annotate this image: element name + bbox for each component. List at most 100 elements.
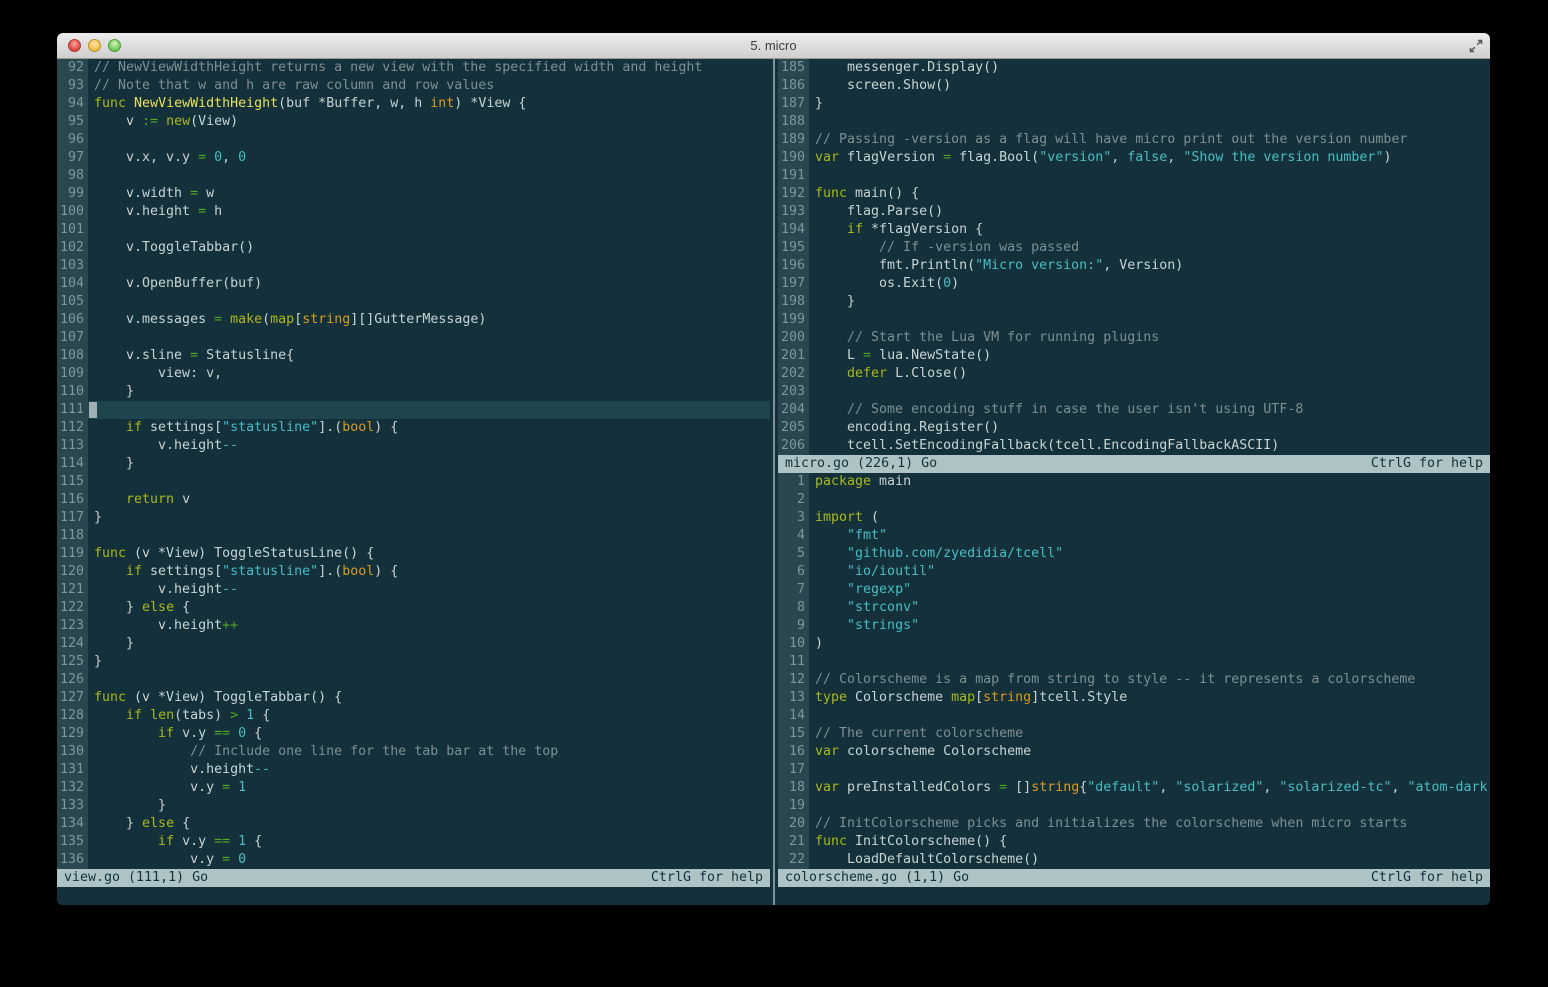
code-line[interactable]: 118 — [57, 527, 770, 545]
code-text[interactable]: // Passing -version as a flag will have … — [809, 131, 1490, 149]
code-line[interactable]: 192func main() { — [778, 185, 1490, 203]
code-line[interactable]: 124 } — [57, 635, 770, 653]
code-text[interactable]: "github.com/zyedidia/tcell" — [809, 545, 1490, 563]
code-line[interactable]: 100 v.height = h — [57, 203, 770, 221]
code-line[interactable]: 22 LoadDefaultColorscheme() — [778, 851, 1490, 869]
code-text[interactable]: } — [88, 455, 770, 473]
code-text[interactable]: // If -version was passed — [809, 239, 1490, 257]
code-text[interactable]: if settings["statusline"].(bool) { — [88, 563, 770, 581]
code-text[interactable] — [809, 653, 1490, 671]
code-text[interactable]: } — [88, 797, 770, 815]
code-line[interactable]: 12// Colorscheme is a map from string to… — [778, 671, 1490, 689]
code-text[interactable]: // Include one line for the tab bar at t… — [88, 743, 770, 761]
code-text[interactable]: var preInstalledColors = []string{"defau… — [809, 779, 1490, 797]
code-text[interactable] — [809, 707, 1490, 725]
code-text[interactable]: } else { — [88, 599, 770, 617]
code-text[interactable]: package main — [809, 473, 1490, 491]
code-text[interactable]: } — [88, 383, 770, 401]
code-text[interactable]: "io/ioutil" — [809, 563, 1490, 581]
code-line[interactable]: 92// NewViewWidthHeight returns a new vi… — [57, 59, 770, 77]
code-text[interactable] — [809, 113, 1490, 131]
code-text[interactable] — [88, 221, 770, 239]
code-line[interactable]: 203 — [778, 383, 1490, 401]
code-text[interactable]: if len(tabs) > 1 { — [88, 707, 770, 725]
code-text[interactable]: // Start the Lua VM for running plugins — [809, 329, 1490, 347]
code-text[interactable]: func InitColorscheme() { — [809, 833, 1490, 851]
code-text[interactable]: // Colorscheme is a map from string to s… — [809, 671, 1490, 689]
code-line[interactable]: 95 v := new(View) — [57, 113, 770, 131]
code-text[interactable]: } — [88, 653, 770, 671]
pane-micro-go[interactable]: 185 messenger.Display()186 screen.Show()… — [778, 59, 1490, 473]
code-text[interactable]: func (v *View) ToggleStatusLine() { — [88, 545, 770, 563]
code-line[interactable]: 201 L = lua.NewState() — [778, 347, 1490, 365]
code-line[interactable]: 190var flagVersion = flag.Bool("version"… — [778, 149, 1490, 167]
code-line[interactable]: 206 tcell.SetEncodingFallback(tcell.Enco… — [778, 437, 1490, 455]
code-text[interactable]: os.Exit(0) — [809, 275, 1490, 293]
code-line[interactable]: 11 — [778, 653, 1490, 671]
code-line[interactable]: 136 v.y = 0 — [57, 851, 770, 869]
code-line[interactable]: 133 } — [57, 797, 770, 815]
code-area-view-go[interactable]: 92// NewViewWidthHeight returns a new vi… — [57, 59, 770, 869]
code-text[interactable]: if v.y == 1 { — [88, 833, 770, 851]
code-line[interactable]: 199 — [778, 311, 1490, 329]
pane-colorscheme-go[interactable]: 1package main23import (4 "fmt"5 "github.… — [778, 473, 1490, 887]
code-text[interactable]: func main() { — [809, 185, 1490, 203]
code-line[interactable]: 187} — [778, 95, 1490, 113]
code-line[interactable]: 202 defer L.Close() — [778, 365, 1490, 383]
code-line[interactable]: 195 // If -version was passed — [778, 239, 1490, 257]
code-text[interactable]: L = lua.NewState() — [809, 347, 1490, 365]
code-line[interactable]: 20// InitColorscheme picks and initializ… — [778, 815, 1490, 833]
code-line[interactable]: 14 — [778, 707, 1490, 725]
code-text[interactable]: v.width = w — [88, 185, 770, 203]
code-text[interactable]: v := new(View) — [88, 113, 770, 131]
code-text[interactable]: func (v *View) ToggleTabbar() { — [88, 689, 770, 707]
code-line[interactable]: 5 "github.com/zyedidia/tcell" — [778, 545, 1490, 563]
code-text[interactable] — [88, 329, 770, 347]
code-line[interactable]: 8 "strconv" — [778, 599, 1490, 617]
code-line[interactable]: 15// The current colorscheme — [778, 725, 1490, 743]
code-text[interactable]: v.ToggleTabbar() — [88, 239, 770, 257]
code-text[interactable]: "regexp" — [809, 581, 1490, 599]
code-line[interactable]: 198 } — [778, 293, 1490, 311]
code-text[interactable]: v.height++ — [88, 617, 770, 635]
code-line[interactable]: 120 if settings["statusline"].(bool) { — [57, 563, 770, 581]
code-text[interactable]: messenger.Display() — [809, 59, 1490, 77]
code-line[interactable]: 189// Passing -version as a flag will ha… — [778, 131, 1490, 149]
code-line[interactable]: 104 v.OpenBuffer(buf) — [57, 275, 770, 293]
code-text[interactable]: type Colorscheme map[string]tcell.Style — [809, 689, 1490, 707]
code-text[interactable] — [809, 383, 1490, 401]
code-line[interactable]: 1package main — [778, 473, 1490, 491]
code-line[interactable]: 109 view: v, — [57, 365, 770, 383]
code-line[interactable]: 115 — [57, 473, 770, 491]
code-text[interactable]: } — [88, 635, 770, 653]
code-line[interactable]: 101 — [57, 221, 770, 239]
code-line[interactable]: 107 — [57, 329, 770, 347]
code-line[interactable]: 18var preInstalledColors = []string{"def… — [778, 779, 1490, 797]
code-line[interactable]: 135 if v.y == 1 { — [57, 833, 770, 851]
code-text[interactable]: } — [809, 95, 1490, 113]
code-area-colorscheme-go[interactable]: 1package main23import (4 "fmt"5 "github.… — [778, 473, 1490, 869]
code-line[interactable]: 96 — [57, 131, 770, 149]
code-line[interactable]: 188 — [778, 113, 1490, 131]
code-line[interactable]: 21func InitColorscheme() { — [778, 833, 1490, 851]
code-line[interactable]: 204 // Some encoding stuff in case the u… — [778, 401, 1490, 419]
code-line[interactable]: 106 v.messages = make(map[string][]Gutte… — [57, 311, 770, 329]
code-line[interactable]: 98 — [57, 167, 770, 185]
code-text[interactable] — [88, 671, 770, 689]
code-line[interactable]: 13type Colorscheme map[string]tcell.Styl… — [778, 689, 1490, 707]
code-line[interactable]: 200 // Start the Lua VM for running plug… — [778, 329, 1490, 347]
code-text[interactable]: "strings" — [809, 617, 1490, 635]
code-text[interactable]: v.sline = Statusline{ — [88, 347, 770, 365]
code-line[interactable]: 105 — [57, 293, 770, 311]
code-text[interactable] — [88, 167, 770, 185]
terminal-window[interactable]: 5. micro 92// NewViewWidthHeight returns… — [57, 33, 1490, 905]
code-text[interactable]: var colorscheme Colorscheme — [809, 743, 1490, 761]
code-line[interactable]: 9 "strings" — [778, 617, 1490, 635]
code-text[interactable] — [88, 257, 770, 275]
code-line[interactable]: 7 "regexp" — [778, 581, 1490, 599]
code-text[interactable]: // The current colorscheme — [809, 725, 1490, 743]
code-text[interactable] — [809, 761, 1490, 779]
code-text[interactable] — [88, 401, 770, 419]
code-line[interactable]: 4 "fmt" — [778, 527, 1490, 545]
code-text[interactable]: var flagVersion = flag.Bool("version", f… — [809, 149, 1490, 167]
